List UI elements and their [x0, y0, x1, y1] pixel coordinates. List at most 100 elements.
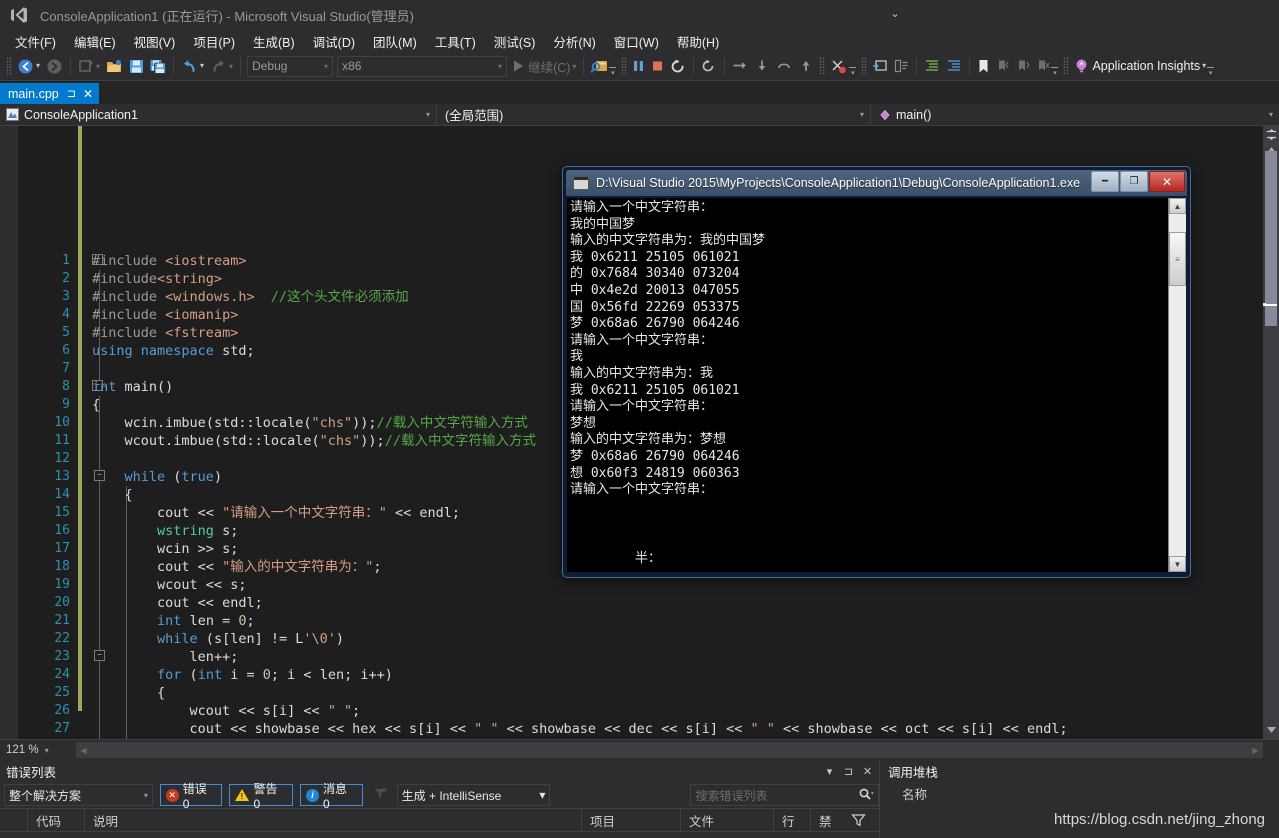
menu-item-help[interactable]: 帮助(H): [668, 30, 728, 53]
step-up-button[interactable]: [795, 54, 817, 78]
continue-caret[interactable]: ▾: [572, 62, 576, 71]
scope-filter-combo[interactable]: 整个解决方案 ▾: [4, 784, 153, 806]
scroll-down-button[interactable]: [1263, 723, 1279, 737]
outdent-button[interactable]: [943, 54, 965, 78]
show-hide-threads-button[interactable]: [869, 54, 891, 78]
navigate-backward-caret[interactable]: ▾: [36, 62, 40, 70]
solution-configuration-combo[interactable]: Debug ▾: [247, 55, 334, 77]
search-error-list-input[interactable]: 搜索错误列表: [690, 784, 879, 806]
menu-item-tools[interactable]: 工具(T): [426, 30, 485, 53]
menu-item-project[interactable]: 项目(P): [184, 30, 244, 53]
column-header-code[interactable]: 代码: [28, 809, 85, 831]
menu-item-test[interactable]: 测试(S): [485, 30, 545, 53]
column-header-description[interactable]: 说明: [85, 809, 582, 831]
navigate-backward-button[interactable]: ▾: [14, 54, 43, 78]
open-file-button[interactable]: [103, 54, 126, 78]
navigate-forward-button[interactable]: [43, 54, 66, 78]
breakpoints-overflow[interactable]: ▾: [849, 55, 857, 77]
build-filter-combo[interactable]: 生成 + IntelliSense ▾: [396, 784, 551, 806]
redo-caret[interactable]: ▾: [229, 62, 233, 71]
panel-drag-dots[interactable]: [64, 770, 814, 772]
scrollbar-thumb[interactable]: [1265, 151, 1277, 326]
scroll-left-button[interactable]: ◀: [76, 746, 91, 755]
undo-button[interactable]: ▾: [178, 54, 207, 78]
solution-platform-combo[interactable]: x86 ▾: [337, 55, 508, 77]
split-view-button[interactable]: [1263, 126, 1279, 142]
step-out-button[interactable]: [773, 54, 795, 78]
save-all-button[interactable]: [147, 54, 169, 78]
menu-item-team[interactable]: 团队(M): [364, 30, 426, 53]
messages-toggle-button[interactable]: i 消息 0: [300, 782, 363, 811]
step-into-button[interactable]: [729, 54, 751, 78]
save-button[interactable]: [126, 54, 147, 78]
column-header-suppress[interactable]: 禁: [811, 809, 847, 831]
minimize-button[interactable]: ━: [1091, 171, 1119, 192]
panel-menu-icon[interactable]: ▾: [822, 765, 837, 778]
new-project-caret[interactable]: ▾: [96, 62, 100, 71]
column-header-project[interactable]: 项目: [582, 809, 681, 831]
undo-caret[interactable]: ▾: [200, 62, 204, 70]
member-dropdown[interactable]: main() ▾: [871, 104, 1279, 125]
toolbar-grip[interactable]: [1063, 57, 1070, 75]
project-dropdown[interactable]: ConsoleApplication1 ▾: [0, 104, 437, 125]
new-project-button[interactable]: ▾: [75, 54, 103, 78]
scroll-right-button[interactable]: ▶: [1248, 746, 1263, 755]
editor-horizontal-scrollbar[interactable]: ◀ ▶: [76, 742, 1263, 758]
show-next-statement-button[interactable]: [698, 54, 720, 78]
toolbar-grip[interactable]: [621, 57, 628, 75]
menu-item-build[interactable]: 生成(B): [244, 30, 304, 53]
tab-main-cpp[interactable]: main.cpp ⊐ ✕: [0, 83, 100, 104]
menu-item-view[interactable]: 视图(V): [125, 30, 185, 53]
clear-filter-icon[interactable]: [373, 787, 387, 803]
clear-bookmarks-button[interactable]: ▾: [1033, 54, 1061, 78]
restart-button[interactable]: [667, 54, 689, 78]
menu-item-file[interactable]: 文件(F): [6, 30, 65, 53]
console-scroll-down-button[interactable]: ▼: [1169, 556, 1186, 572]
filter-icon[interactable]: [847, 813, 866, 827]
console-scrollbar-thumb[interactable]: ≡: [1169, 232, 1186, 286]
pin-icon[interactable]: ⊐: [841, 765, 856, 778]
console-body[interactable]: 请输入一个中文字符串： 我的中国梦 输入的中文字符串为：我的中国梦 我 0x62…: [567, 198, 1186, 572]
errors-toggle-button[interactable]: ✕ 错误 0: [159, 782, 223, 811]
warnings-toggle-button[interactable]: 警告 0: [229, 782, 294, 811]
menu-item-window[interactable]: 窗口(W): [605, 30, 668, 53]
indent-button[interactable]: [921, 54, 943, 78]
previous-bookmark-button[interactable]: [993, 54, 1013, 78]
column-header-file[interactable]: 文件: [681, 809, 774, 831]
application-insights-button[interactable]: Application Insights ▾ ▾: [1071, 54, 1217, 78]
toggle-bookmark-button[interactable]: [974, 54, 993, 78]
editor-vertical-scrollbar[interactable]: [1263, 126, 1279, 739]
toolbar-grip[interactable]: [819, 57, 826, 75]
toolbar-grip[interactable]: [861, 57, 868, 75]
console-scroll-up-button[interactable]: ▲: [1169, 198, 1186, 214]
bookmarks-overflow[interactable]: ▾: [1051, 55, 1059, 77]
close-icon[interactable]: ✕: [860, 765, 875, 778]
pin-icon[interactable]: ⊐: [67, 87, 76, 100]
application-insights-caret[interactable]: ▾: [1202, 62, 1206, 70]
close-icon[interactable]: ✕: [83, 87, 93, 101]
redo-button[interactable]: ▾: [207, 54, 236, 78]
console-scrollbar-track[interactable]: ≡: [1169, 214, 1186, 556]
console-scrollbar[interactable]: ▲ ≡ ▼: [1168, 198, 1186, 572]
insights-overflow[interactable]: ▾: [1207, 55, 1215, 77]
scope-dropdown[interactable]: (全局范围) ▾: [437, 104, 871, 125]
chevron-down-icon[interactable]: ⌄: [880, 2, 910, 24]
step-over-button[interactable]: [751, 54, 773, 78]
column-header-line[interactable]: 行: [774, 809, 811, 831]
menu-item-debug[interactable]: 调试(D): [304, 30, 364, 53]
console-window[interactable]: D:\Visual Studio 2015\MyProjects\Console…: [562, 166, 1191, 578]
continue-button[interactable]: 继续(C) ▾: [509, 54, 579, 78]
stop-debugging-button[interactable]: [648, 54, 667, 78]
next-bookmark-button[interactable]: [1013, 54, 1033, 78]
break-all-button[interactable]: [629, 54, 648, 78]
column-header-icon[interactable]: [0, 809, 28, 831]
attach-to-process-button[interactable]: ▾: [588, 54, 619, 78]
delete-all-breakpoints-button[interactable]: ▾: [827, 54, 859, 78]
menu-item-analyze[interactable]: 分析(N): [544, 30, 604, 53]
toolbar-grip[interactable]: [6, 57, 12, 75]
menu-item-edit[interactable]: 编辑(E): [65, 30, 125, 53]
console-title-bar[interactable]: D:\Visual Studio 2015\MyProjects\Console…: [566, 170, 1187, 196]
zoom-level-combo[interactable]: 121 % ▾: [0, 744, 76, 756]
comment-block-button[interactable]: [891, 54, 912, 78]
panel-drag-dots[interactable]: [946, 770, 1271, 772]
